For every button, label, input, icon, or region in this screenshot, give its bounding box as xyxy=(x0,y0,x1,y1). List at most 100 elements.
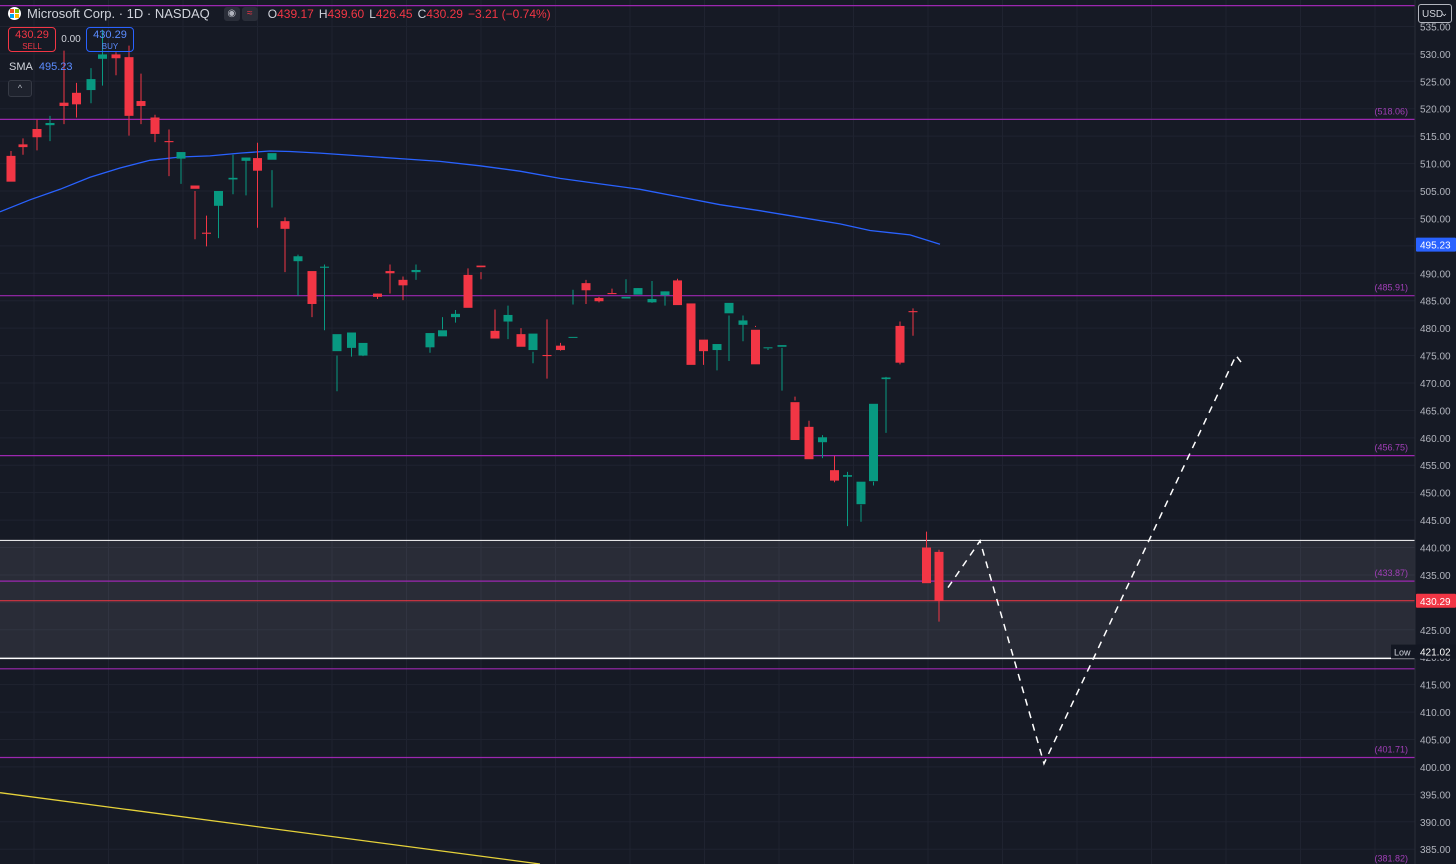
microsoft-logo-icon xyxy=(8,7,21,20)
candle-body xyxy=(332,334,342,352)
symbol-title[interactable]: Microsoft Corp. · 1D · NASDAQ xyxy=(27,6,210,21)
axis-tick-label: 535.00 xyxy=(1420,22,1451,33)
candle xyxy=(72,82,81,118)
change-value: −3.21 (−0.74%) xyxy=(467,6,551,21)
current-price-badge: 430.29 xyxy=(1420,597,1451,608)
axis-tick-label: 440.00 xyxy=(1420,544,1451,555)
candle xyxy=(280,217,290,273)
candle-body xyxy=(320,266,329,268)
candle xyxy=(202,215,211,247)
candle-body xyxy=(214,190,223,206)
candle-body xyxy=(463,274,473,308)
candle xyxy=(528,333,538,364)
axis-tick-label: 410.00 xyxy=(1420,708,1451,719)
axis-tick-label: 445.00 xyxy=(1420,516,1451,527)
candle-body xyxy=(516,334,526,347)
candle-body xyxy=(280,221,290,229)
candle-body xyxy=(528,333,538,351)
candle-body xyxy=(790,402,800,441)
candle xyxy=(699,339,708,365)
sma-curve xyxy=(0,150,941,245)
candle xyxy=(908,308,918,336)
axis-tick-label: 460.00 xyxy=(1420,434,1451,445)
candle-body xyxy=(542,354,552,357)
candle xyxy=(724,302,734,362)
level-label: (456.75) xyxy=(1374,443,1408,453)
candle xyxy=(594,296,604,303)
candle xyxy=(6,150,16,182)
candle-body xyxy=(111,54,121,59)
candle xyxy=(347,332,356,357)
candle-body xyxy=(176,152,186,159)
ohlc-values: O439.17 H439.60 L426.45 C430.29 −3.21 (−… xyxy=(267,6,551,21)
candle-body xyxy=(72,92,81,105)
axis-tick-label: 520.00 xyxy=(1420,105,1451,116)
axis-tick-label: 470.00 xyxy=(1420,379,1451,390)
candle-body xyxy=(164,141,174,143)
axis-tick-label: 525.00 xyxy=(1420,77,1451,88)
sell-button[interactable]: 430.29 SELL xyxy=(8,27,56,52)
candle xyxy=(150,114,160,143)
candle-body xyxy=(385,271,395,274)
level-label: (485.91) xyxy=(1374,283,1408,293)
candle xyxy=(253,142,262,228)
candle xyxy=(660,291,670,306)
candle-body xyxy=(804,426,814,460)
candle xyxy=(881,376,891,433)
candle-body xyxy=(425,333,435,348)
axis-tick-label: 465.00 xyxy=(1420,406,1451,417)
candle xyxy=(647,280,657,303)
candle xyxy=(124,45,134,136)
candle-body xyxy=(777,345,787,347)
axis-tick-label: 400.00 xyxy=(1420,763,1451,774)
axis-background xyxy=(1415,0,1456,864)
candle-body xyxy=(98,54,107,59)
candle xyxy=(804,420,814,460)
indicator-legend[interactable]: SMA 495.23 xyxy=(9,61,73,73)
axis-tick-label: 500.00 xyxy=(1420,214,1451,225)
candle xyxy=(176,152,186,184)
candle-body xyxy=(621,296,631,299)
candle-body xyxy=(358,342,368,356)
candle xyxy=(751,325,760,365)
candle-body xyxy=(150,117,160,134)
axis-tick-label: 385.00 xyxy=(1420,845,1451,856)
axis-tick-label: 390.00 xyxy=(1420,818,1451,829)
candles xyxy=(6,29,944,622)
candle xyxy=(385,264,395,294)
horizontal-levels: (518.06) (485.91) (456.75) (433.87) (401.71)… xyxy=(0,4,1415,864)
candle-body xyxy=(738,320,748,325)
candle-body xyxy=(686,303,696,365)
axis-tick-label: 515.00 xyxy=(1420,132,1451,143)
candle-body xyxy=(398,279,408,286)
currency-selector[interactable]: USD ⌄ xyxy=(1418,4,1452,23)
candle xyxy=(673,278,682,306)
candle-body xyxy=(293,256,303,262)
buy-button[interactable]: 430.29 BUY xyxy=(86,27,134,52)
price-chart[interactable]: (518.06) (485.91) (456.75) (433.87) (401.71)… xyxy=(0,0,1456,864)
low-price-badge: 421.02 xyxy=(1420,648,1451,659)
candle-body xyxy=(830,470,839,481)
axis-tick-label: 435.00 xyxy=(1420,571,1451,582)
axis-tick-label: 485.00 xyxy=(1420,297,1451,308)
axis-tick-label: 505.00 xyxy=(1420,187,1451,198)
zone-box xyxy=(0,540,1415,659)
chevron-up-icon[interactable]: ^ xyxy=(8,80,32,97)
eye-icon[interactable]: ◉ xyxy=(223,6,240,21)
candle-body xyxy=(18,144,28,148)
candle-body xyxy=(124,57,134,116)
axis-tick-label: 510.00 xyxy=(1420,160,1451,171)
consolidation-zone xyxy=(0,539,1415,660)
candle xyxy=(633,288,643,295)
candle-body xyxy=(45,122,55,126)
candle xyxy=(373,293,382,300)
wave-icon[interactable]: ≈ xyxy=(241,6,258,21)
candle xyxy=(818,435,827,459)
candle xyxy=(763,347,773,351)
candle xyxy=(86,68,96,104)
candle-body xyxy=(6,155,16,182)
candle-body xyxy=(568,336,578,338)
candle-body xyxy=(856,481,866,505)
trend-line xyxy=(0,792,541,864)
price-axis[interactable]: 385.00 390.00 395.00 400.00 405.00 410.00 415.… xyxy=(1391,0,1456,864)
